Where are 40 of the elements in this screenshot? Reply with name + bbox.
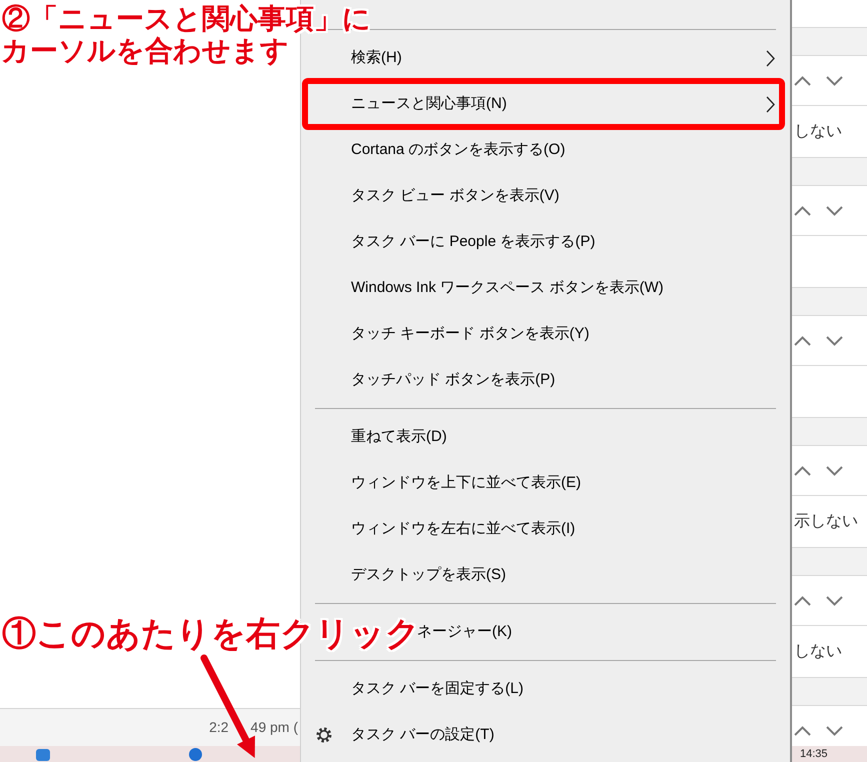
menu-item[interactable]: デスクトップを表示(S)	[301, 552, 790, 598]
chevron-down-icon[interactable]	[826, 596, 843, 606]
chevron-up-icon[interactable]	[794, 596, 811, 606]
chevron-down-icon[interactable]	[826, 206, 843, 216]
chevron-right-icon	[766, 50, 775, 67]
option-text: しない	[794, 642, 842, 662]
option-text: しない	[794, 122, 842, 142]
chevron-down-icon[interactable]	[826, 336, 843, 346]
settings-icon	[316, 727, 332, 743]
chevron-up-icon[interactable]	[794, 466, 811, 476]
menu-item[interactable]: Cortana のボタンを表示する(O)	[301, 127, 790, 173]
menu-item[interactable]: ウィンドウを上下に並べて表示(E)	[301, 460, 790, 506]
circle-icon[interactable]	[189, 748, 202, 761]
chevron-down-icon[interactable]	[826, 726, 843, 736]
time-text: 49 pm (	[250, 718, 298, 737]
menu-item[interactable]: 重ねて表示(D)	[301, 414, 790, 460]
menu-item[interactable]: タスク ビュー ボタンを表示(V)	[301, 173, 790, 219]
menu-item[interactable]: ネージャー(K)	[413, 609, 790, 655]
chevron-up-icon[interactable]	[794, 336, 811, 346]
menu-item[interactable]: タッチパッド ボタンを表示(P)	[301, 357, 790, 403]
menu-item[interactable]: タスク バーに People を表示する(P)	[301, 219, 790, 265]
callout-text: ②「ニュースと関心事項」に	[2, 3, 371, 35]
chevron-up-icon[interactable]	[794, 206, 811, 216]
app-tile-icon[interactable]	[36, 749, 50, 761]
menu-item[interactable]: 検索(H)	[301, 35, 790, 81]
chevron-up-icon[interactable]	[794, 726, 811, 736]
chevron-right-icon	[766, 96, 775, 113]
time-text: 2:2	[209, 718, 229, 737]
menu-item[interactable]: タスク バーの設定(T)	[301, 712, 790, 758]
menu-item[interactable]: ウィンドウを左右に並べて表示(I)	[301, 506, 790, 552]
clock-text: 14:35	[800, 747, 828, 761]
option-text: 示しない	[794, 512, 858, 532]
chevron-up-icon[interactable]	[794, 76, 811, 86]
chevron-down-icon[interactable]	[826, 76, 843, 86]
menu-item[interactable]: Windows Ink ワークスペース ボタンを表示(W)	[301, 265, 790, 311]
chevron-down-icon[interactable]	[826, 466, 843, 476]
menu-item[interactable]: タスク バーを固定する(L)	[301, 666, 790, 712]
menu-item[interactable]: タッチ キーボード ボタンを表示(Y)	[301, 311, 790, 357]
callout-text: カーソルを合わせます	[1, 35, 289, 67]
menu-item[interactable]: ニュースと関心事項(N)	[301, 81, 790, 127]
